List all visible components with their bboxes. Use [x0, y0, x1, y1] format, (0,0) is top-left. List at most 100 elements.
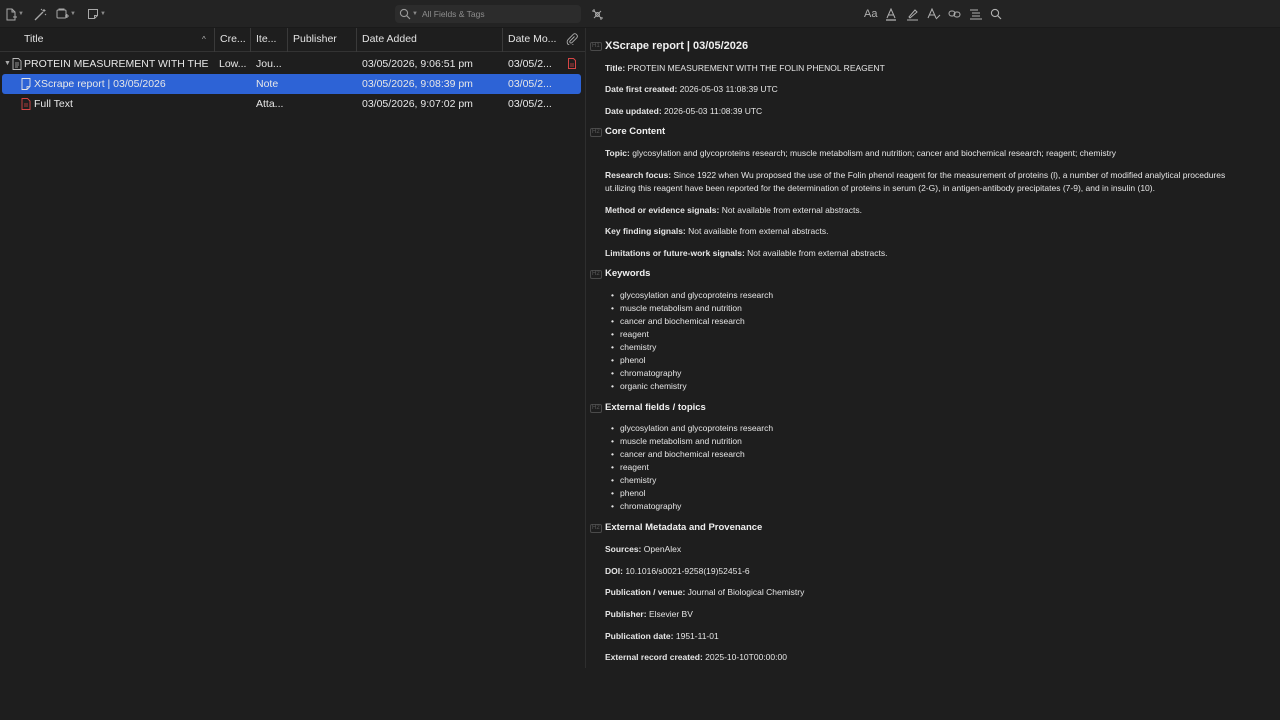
citation-list-icon — [970, 9, 982, 20]
search-box[interactable]: ▼ — [395, 5, 581, 23]
clear-formatting-icon — [927, 8, 941, 20]
list-item: phenol — [605, 487, 773, 500]
list-item: glycosylation and glycoproteins research — [605, 289, 773, 302]
column-header-date-added[interactable]: Date Added — [356, 28, 503, 52]
pane-divider[interactable] — [585, 28, 586, 668]
chevron-down-icon: ▼ — [100, 11, 106, 17]
row-date-added: 03/05/2026, 9:07:02 pm — [362, 98, 473, 110]
chevron-down-icon[interactable]: ▼ — [412, 11, 418, 17]
add-by-identifier-button[interactable] — [34, 6, 47, 22]
row-publisher — [293, 74, 353, 94]
row-date-modified: 03/05/2... — [508, 98, 552, 110]
meta-title: Title: PROTEIN MEASUREMENT WITH THE FOLI… — [605, 63, 885, 73]
row-item-type: Note — [256, 78, 279, 90]
heading-marker: H2 — [590, 270, 602, 279]
core-topic: Topic: glycosylation and glycoproteins r… — [605, 148, 1117, 158]
paperclip-icon[interactable] — [566, 33, 578, 45]
heading-marker: H2 — [590, 524, 602, 533]
items-pane: Title ^ Cre... Ite... Publisher Date Add… — [0, 28, 585, 720]
find-replace-button[interactable] — [990, 6, 1002, 22]
row-item-type: Atta... — [256, 98, 284, 110]
chevron-down-icon: ▼ — [70, 11, 76, 17]
new-collection-button[interactable]: ▼ — [56, 6, 76, 22]
list-item: chemistry — [605, 474, 773, 487]
note-title: XScrape report | 03/05/2026 — [605, 40, 749, 52]
list-item: reagent — [605, 328, 773, 341]
row-date-modified: 03/05/2... — [508, 58, 552, 70]
new-note-button[interactable]: ▼ — [87, 6, 106, 22]
keywords-list: glycosylation and glycoproteins research… — [605, 289, 773, 393]
table-row[interactable]: XScrape report | 03/05/2026 Note 03/05/2… — [2, 74, 581, 94]
new-item-icon — [6, 8, 17, 20]
heading-marker: H2 — [590, 404, 602, 413]
core-limitations: Limitations or future-work signals: Not … — [605, 248, 888, 258]
new-item-button[interactable]: ▼ — [5, 6, 24, 22]
column-header-publisher[interactable]: Publisher — [287, 28, 357, 52]
column-header-title[interactable]: Title — [19, 28, 215, 52]
row-title: XScrape report | 03/05/2026 — [34, 78, 166, 90]
journal-article-icon — [12, 58, 22, 70]
provenance-venue: Publication / venue: Journal of Biologic… — [605, 587, 805, 597]
list-item: reagent — [605, 461, 773, 474]
insert-citation-button[interactable] — [969, 6, 983, 22]
text-color-button[interactable] — [885, 6, 897, 22]
insert-link-button[interactable] — [948, 6, 961, 22]
link-icon — [948, 10, 961, 18]
provenance-record-created: External record created: 2025-10-10T00:0… — [605, 652, 787, 662]
meta-date-created: Date first created: 2026-05-03 11:08:39 … — [605, 84, 778, 94]
list-item: organic chemistry — [605, 380, 773, 393]
keywords-heading: Keywords — [605, 268, 651, 279]
chevron-down-icon: ▼ — [18, 11, 24, 17]
main-toolbar: ▼ ▼ ▼ ▼ Aa — [0, 0, 1280, 28]
search-icon[interactable] — [399, 8, 411, 20]
row-date-added: 03/05/2026, 9:08:39 pm — [362, 78, 473, 90]
list-item: chromatography — [605, 500, 773, 513]
list-item: cancer and biochemical research — [605, 448, 773, 461]
pdf-icon — [21, 98, 31, 110]
clear-formatting-button[interactable] — [927, 6, 941, 22]
sort-ascending-icon: ^ — [202, 35, 206, 44]
row-creator — [219, 94, 249, 114]
fields-heading: External fields / topics — [605, 402, 706, 413]
list-item: muscle metabolism and nutrition — [605, 435, 773, 448]
row-date-modified: 03/05/2... — [508, 78, 552, 90]
heading-marker: H1 — [590, 42, 602, 51]
pdf-attachment-icon[interactable] — [568, 58, 576, 69]
search-input[interactable] — [421, 9, 572, 19]
core-research-focus: Research focus: Since 1922 when Wu propo… — [605, 170, 1226, 193]
list-item: muscle metabolism and nutrition — [605, 302, 773, 315]
related-items-button[interactable] — [591, 6, 604, 22]
row-item-type: Jou... — [256, 58, 282, 70]
chevron-down-icon[interactable]: ▼ — [4, 54, 11, 74]
related-icon — [592, 8, 603, 20]
column-header-date-modified[interactable]: Date Mo... — [502, 28, 560, 52]
core-method: Method or evidence signals: Not availabl… — [605, 205, 862, 215]
list-item: chemistry — [605, 341, 773, 354]
list-item: phenol — [605, 354, 773, 367]
text-color-icon — [886, 7, 896, 21]
text-format-button[interactable]: Aa — [864, 6, 877, 22]
row-creator: Low... — [219, 58, 247, 70]
column-header-creator[interactable]: Cre... — [214, 28, 251, 52]
table-row[interactable]: Full Text Atta... 03/05/2026, 9:07:02 pm… — [0, 94, 582, 114]
note-icon — [88, 9, 98, 19]
meta-date-updated: Date updated: 2026-05-03 11:08:39 UTC — [605, 106, 763, 116]
row-publisher — [293, 94, 353, 114]
provenance-publisher: Publisher: Elsevier BV — [605, 609, 693, 619]
column-header-item-type[interactable]: Ite... — [250, 28, 288, 52]
core-key-finding: Key finding signals: Not available from … — [605, 226, 829, 236]
core-content-heading: Core Content — [605, 126, 666, 137]
magic-wand-icon — [34, 8, 47, 20]
heading-marker: H2 — [590, 128, 602, 137]
row-title: PROTEIN MEASUREMENT WITH THE ... — [24, 58, 210, 70]
provenance-heading: External Metadata and Provenance — [605, 522, 763, 533]
provenance-publication-date: Publication date: 1951-11-01 — [605, 631, 719, 641]
fields-list: glycosylation and glycoproteins research… — [605, 422, 773, 513]
list-item: glycosylation and glycoproteins research — [605, 422, 773, 435]
row-creator — [219, 74, 249, 94]
highlight-button[interactable] — [906, 6, 919, 22]
row-publisher — [293, 54, 353, 74]
table-row[interactable]: ▼ PROTEIN MEASUREMENT WITH THE ... Low..… — [0, 54, 582, 74]
note-icon — [21, 78, 31, 90]
provenance-sources: Sources: OpenAlex — [605, 544, 682, 554]
